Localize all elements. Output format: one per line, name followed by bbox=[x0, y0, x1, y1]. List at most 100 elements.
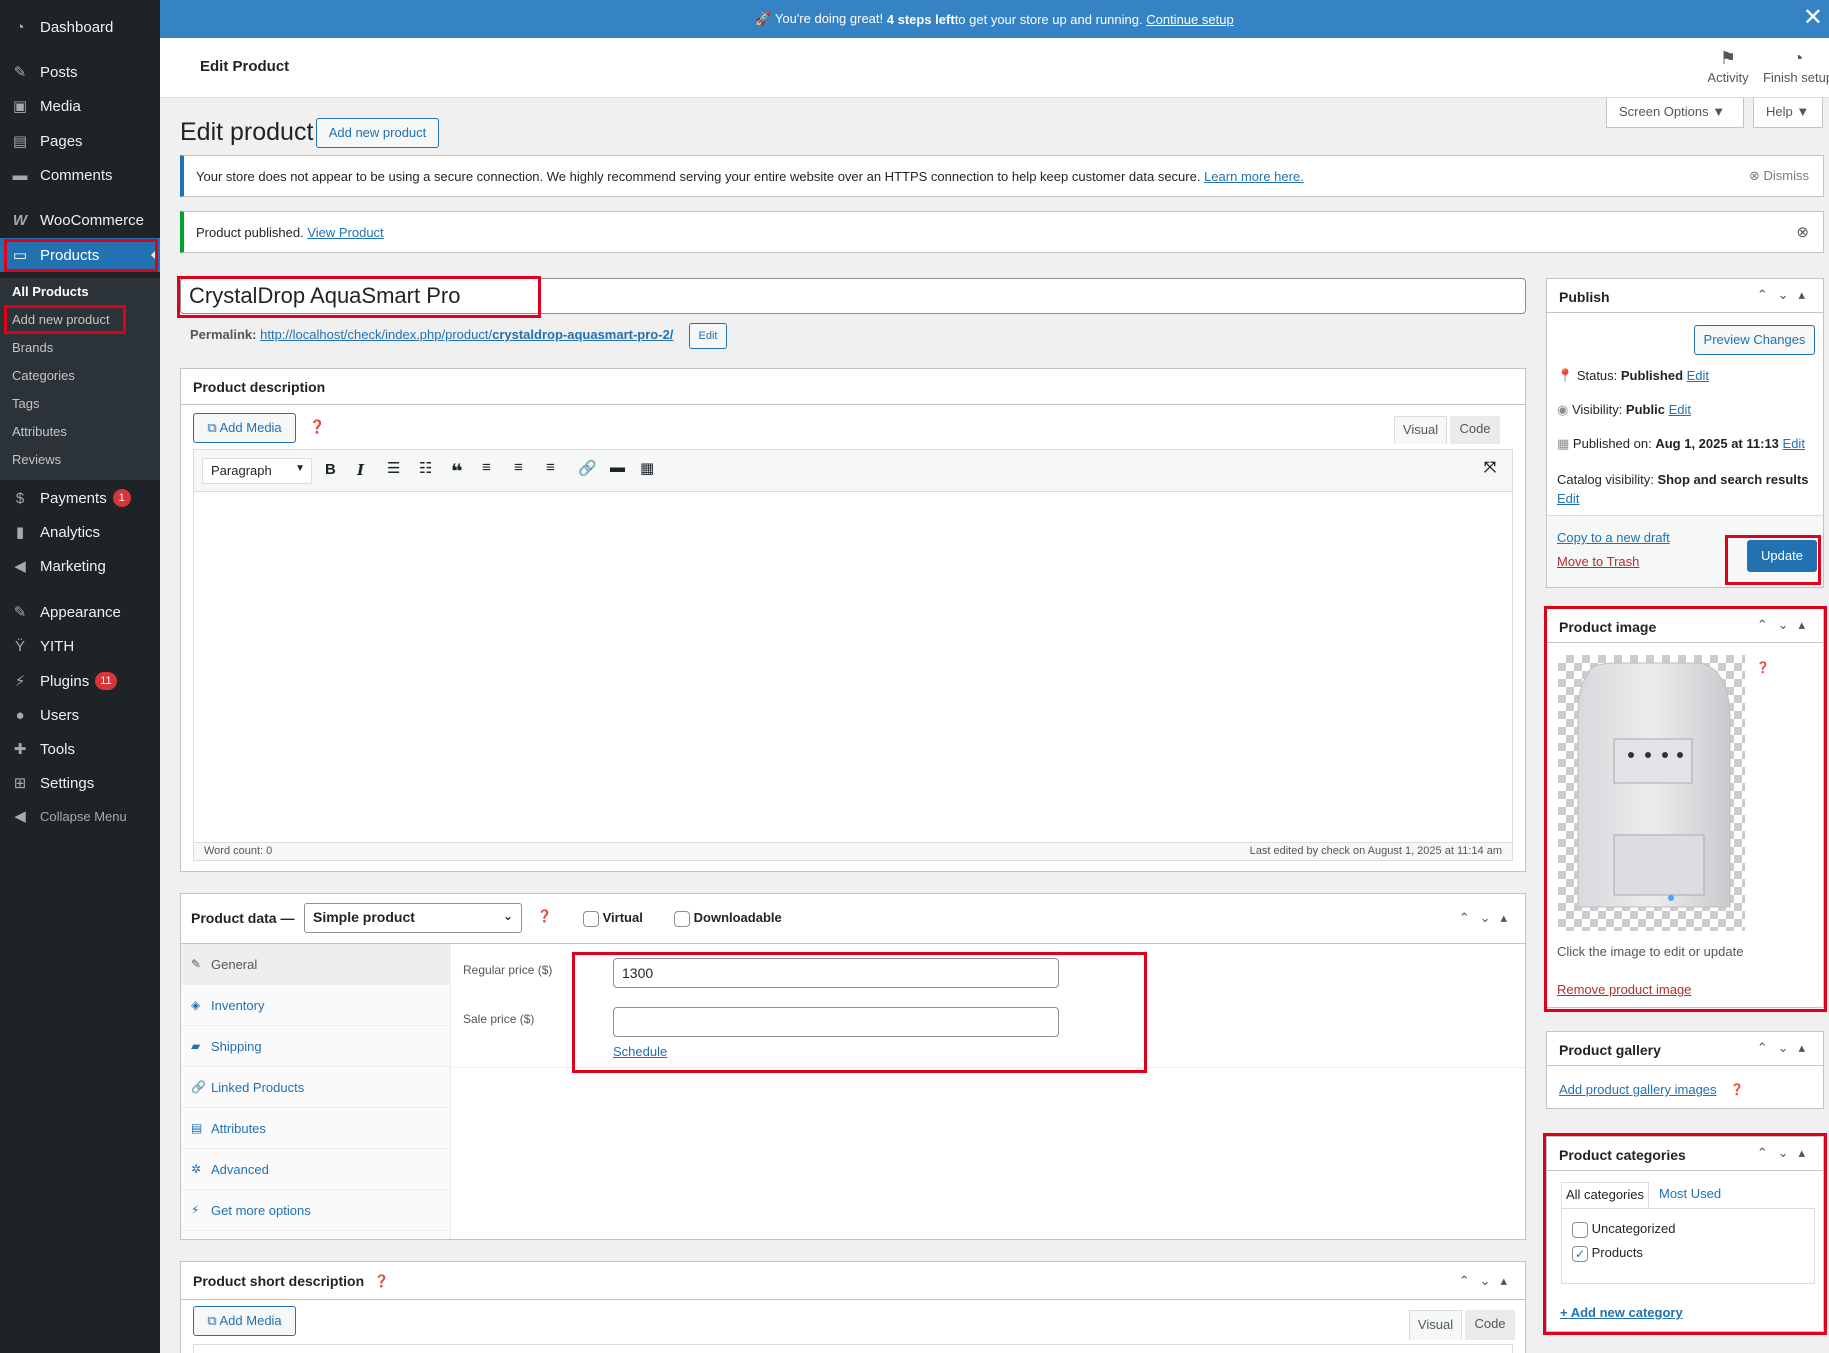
box-controls[interactable]: ⌃⌄▴ bbox=[1757, 1145, 1815, 1161]
menu-appearance[interactable]: ✎ Appearance bbox=[0, 595, 160, 629]
category-products[interactable]: ✓ Products bbox=[1572, 1245, 1643, 1262]
menu-settings[interactable]: ⊞ Settings bbox=[0, 766, 160, 800]
learn-more-link[interactable]: Learn more here. bbox=[1204, 169, 1304, 184]
add-gallery-images-link[interactable]: Add product gallery images bbox=[1559, 1082, 1717, 1097]
sale-price-input[interactable] bbox=[613, 1007, 1059, 1037]
preview-changes-button[interactable]: Preview Changes bbox=[1694, 325, 1815, 355]
bullet-list-icon[interactable]: ☰ bbox=[387, 459, 400, 477]
toolbar-toggle-icon[interactable]: ▦ bbox=[640, 459, 654, 477]
short-editor-frame[interactable] bbox=[193, 1344, 1513, 1353]
tab-advanced[interactable]: ✲ Advanced bbox=[181, 1149, 451, 1190]
menu-analytics[interactable]: ▮ Analytics bbox=[0, 515, 160, 549]
menu-dashboard[interactable]: ◔ Dashboard bbox=[0, 10, 160, 44]
box-controls[interactable]: ⌃⌄▴ bbox=[1459, 1273, 1517, 1289]
help-icon[interactable]: ❓ bbox=[537, 909, 552, 923]
update-button[interactable]: Update bbox=[1747, 540, 1817, 572]
remove-product-image-link[interactable]: Remove product image bbox=[1557, 982, 1691, 997]
submenu-tags[interactable]: Tags bbox=[12, 394, 39, 414]
permalink-edit-button[interactable]: Edit bbox=[689, 323, 727, 349]
box-controls[interactable]: ⌃⌄▴ bbox=[1757, 287, 1815, 303]
copy-draft-link[interactable]: Copy to a new draft bbox=[1557, 530, 1670, 545]
menu-media[interactable]: ▣ Media bbox=[0, 89, 160, 123]
format-select[interactable]: Paragraph ▼ bbox=[202, 458, 312, 484]
submenu-reviews[interactable]: Reviews bbox=[12, 450, 61, 470]
submenu-add-new-product[interactable]: Add new product bbox=[12, 310, 110, 330]
schedule-link[interactable]: Schedule bbox=[613, 1044, 667, 1059]
submenu-all-products[interactable]: All Products bbox=[12, 282, 89, 302]
menu-pages[interactable]: ▤ Pages bbox=[0, 124, 160, 158]
help-button[interactable]: Help ▼ bbox=[1753, 98, 1823, 128]
box-controls[interactable]: ⌃⌄▴ bbox=[1757, 617, 1815, 633]
menu-yith[interactable]: Ÿ YITH bbox=[0, 629, 160, 663]
tab-all-categories[interactable]: All categories bbox=[1561, 1182, 1649, 1208]
menu-woocommerce[interactable]: W WooCommerce bbox=[0, 203, 160, 237]
menu-users[interactable]: ● Users bbox=[0, 698, 160, 732]
published-edit-link[interactable]: Edit bbox=[1783, 436, 1805, 451]
view-product-link[interactable]: View Product bbox=[307, 225, 383, 240]
move-to-trash-link[interactable]: Move to Trash bbox=[1557, 554, 1639, 569]
tab-code[interactable]: Code bbox=[1450, 416, 1500, 444]
menu-tools[interactable]: ✚ Tools bbox=[0, 732, 160, 766]
align-left-icon[interactable]: ≡ bbox=[482, 459, 491, 476]
help-icon[interactable]: ❓ bbox=[1730, 1083, 1744, 1096]
menu-products[interactable]: ▭ Products bbox=[0, 238, 160, 272]
status-edit-link[interactable]: Edit bbox=[1687, 368, 1709, 383]
category-uncategorized[interactable]: Uncategorized bbox=[1572, 1221, 1675, 1238]
fullscreen-icon[interactable]: ⤧ bbox=[1484, 459, 1496, 476]
downloadable-checkbox-row[interactable]: Downloadable bbox=[674, 910, 782, 927]
box-controls[interactable]: ⌃⌄▴ bbox=[1757, 1040, 1815, 1056]
submenu-brands[interactable]: Brands bbox=[12, 338, 53, 358]
submenu-attributes[interactable]: Attributes bbox=[12, 422, 67, 442]
close-icon[interactable]: ✕ bbox=[1803, 6, 1823, 30]
tab-attributes[interactable]: ▤ Attributes bbox=[181, 1108, 451, 1149]
products-checkbox[interactable]: ✓ bbox=[1572, 1245, 1588, 1262]
align-center-icon[interactable]: ≡ bbox=[514, 459, 523, 476]
regular-price-input[interactable]: 1300 bbox=[613, 958, 1059, 988]
tab-shipping[interactable]: ▰ Shipping bbox=[181, 1026, 451, 1067]
read-more-icon[interactable]: ▬ bbox=[610, 459, 625, 476]
tab-most-used[interactable]: Most Used bbox=[1659, 1186, 1721, 1201]
numbered-list-icon[interactable]: ☷ bbox=[419, 459, 432, 477]
editor-content[interactable] bbox=[194, 492, 1512, 842]
continue-setup-link[interactable]: Continue setup bbox=[1146, 12, 1233, 27]
add-new-product-button[interactable]: Add new product bbox=[316, 118, 439, 148]
tab-visual-short[interactable]: Visual bbox=[1409, 1310, 1462, 1340]
visibility-edit-link[interactable]: Edit bbox=[1669, 402, 1691, 417]
product-type-select[interactable]: Simple product ⌄ bbox=[304, 903, 522, 933]
product-title-input[interactable]: CrystalDrop AquaSmart Pro bbox=[180, 278, 1526, 314]
tab-linked-products[interactable]: 🔗 Linked Products bbox=[181, 1067, 451, 1108]
downloadable-checkbox[interactable] bbox=[674, 910, 690, 927]
product-image-thumbnail[interactable] bbox=[1558, 655, 1745, 931]
italic-icon[interactable]: I bbox=[357, 461, 364, 479]
help-icon[interactable]: ❓ bbox=[309, 419, 325, 435]
help-icon[interactable]: ❓ bbox=[374, 1274, 389, 1288]
menu-posts[interactable]: ✎ Posts bbox=[0, 55, 160, 89]
bold-icon[interactable]: B bbox=[325, 461, 336, 478]
close-notice-icon[interactable]: ⊗ bbox=[1796, 223, 1809, 241]
menu-comments[interactable]: ▬ Comments bbox=[0, 158, 160, 192]
submenu-categories[interactable]: Categories bbox=[12, 366, 75, 386]
uncategorized-checkbox[interactable] bbox=[1572, 1221, 1588, 1238]
add-new-category-link[interactable]: + Add new category bbox=[1560, 1305, 1683, 1320]
menu-marketing[interactable]: ◀ Marketing bbox=[0, 549, 160, 583]
tab-get-more-options[interactable]: ⚡ Get more options bbox=[181, 1190, 451, 1231]
screen-options-button[interactable]: Screen Options ▼ bbox=[1606, 98, 1744, 128]
dismiss-button[interactable]: ⊗ Dismiss bbox=[1749, 168, 1809, 184]
permalink-link[interactable]: http://localhost/check/index.php/product… bbox=[260, 327, 673, 342]
menu-plugins[interactable]: ⚡ Plugins 11 bbox=[0, 664, 160, 698]
menu-collapse[interactable]: ◀ Collapse Menu bbox=[0, 799, 160, 833]
finish-setup-button[interactable]: ◔ Finish setup bbox=[1758, 48, 1829, 85]
link-icon[interactable]: 🔗 bbox=[578, 459, 597, 477]
tab-general[interactable]: ✎ General bbox=[181, 944, 451, 985]
virtual-checkbox[interactable] bbox=[583, 910, 599, 927]
tab-inventory[interactable]: ◈ Inventory bbox=[181, 985, 451, 1026]
tab-code-short[interactable]: Code bbox=[1465, 1310, 1515, 1340]
tab-visual[interactable]: Visual bbox=[1394, 416, 1447, 444]
menu-payments[interactable]: $ Payments 1 bbox=[0, 481, 160, 515]
blockquote-icon[interactable]: ❝ bbox=[451, 459, 463, 484]
add-media-button-short[interactable]: ⧉ Add Media bbox=[193, 1306, 296, 1336]
catalog-edit-link[interactable]: Edit bbox=[1557, 491, 1579, 506]
box-controls[interactable]: ⌃⌄▴ bbox=[1459, 910, 1517, 926]
virtual-checkbox-row[interactable]: Virtual bbox=[583, 910, 643, 927]
help-icon[interactable]: ❓ bbox=[1756, 661, 1770, 674]
